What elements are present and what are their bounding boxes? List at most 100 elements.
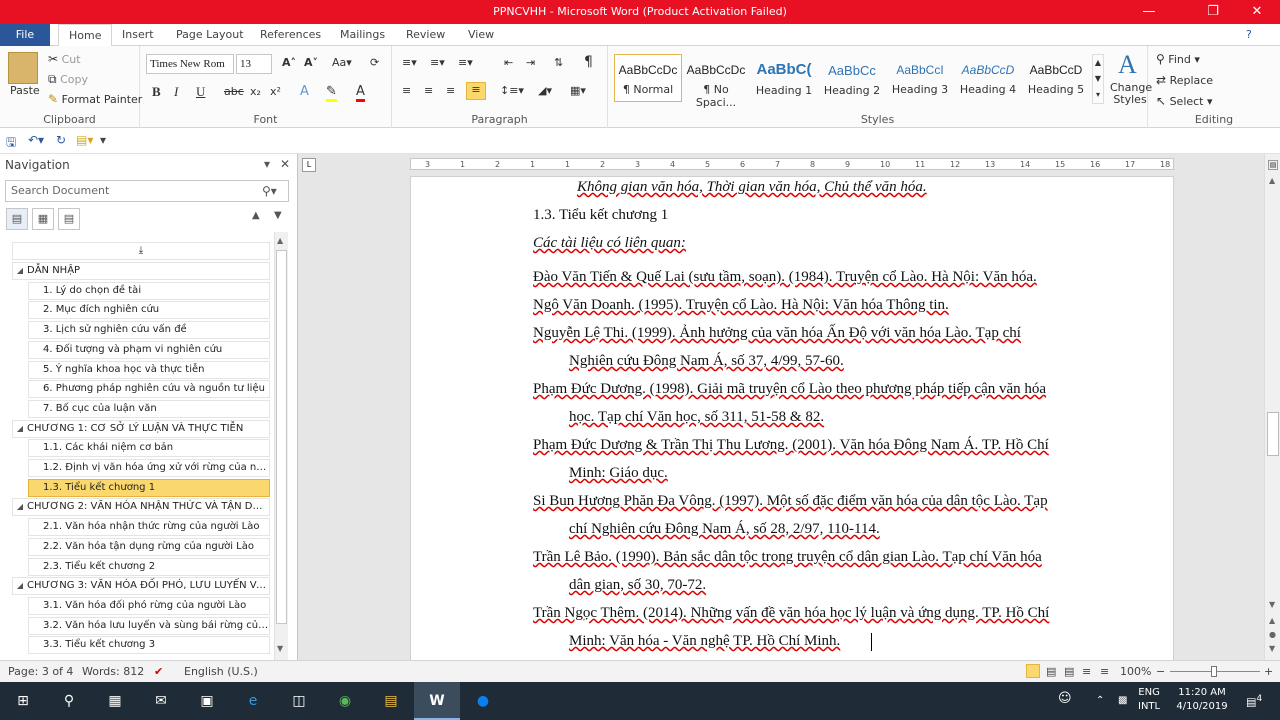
bold-icon[interactable]: B: [152, 84, 161, 100]
nav-close-icon[interactable]: ✕: [280, 157, 290, 171]
strikethrough-icon[interactable]: abc: [224, 85, 244, 98]
find-button[interactable]: ⚲ Find ▾: [1156, 52, 1200, 66]
document-line[interactable]: chí Nghiên cứu Đông Nam Á, số 28, 2/97, …: [569, 521, 880, 538]
tree-heading-item[interactable]: 5. Ý nghĩa khoa học và thực tiễn: [28, 360, 270, 379]
replace-button[interactable]: ⇄ Replace: [1156, 73, 1213, 87]
style-normal[interactable]: AaBbCcDc ¶ Normal: [614, 54, 682, 102]
full-screen-reading-icon[interactable]: ▤: [1046, 665, 1056, 678]
text-effects-icon[interactable]: A: [300, 84, 309, 99]
windows-start-icon[interactable]: ⊞: [0, 682, 46, 720]
decrease-indent-icon[interactable]: ⇤: [504, 56, 513, 69]
tree-heading-item[interactable]: 1. Lý do chọn đề tài: [28, 281, 270, 300]
zalo-icon[interactable]: ●: [460, 682, 506, 720]
tree-heading-item[interactable]: 7. Bố cục của luận văn: [28, 399, 270, 418]
sort-icon[interactable]: ⇅: [554, 56, 563, 69]
zoom-in-icon[interactable]: +: [1264, 665, 1273, 678]
word-taskbar-icon[interactable]: W: [414, 682, 460, 720]
people-icon[interactable]: ☺: [1058, 692, 1072, 706]
select-button[interactable]: ↖ Select ▾: [1156, 94, 1213, 108]
style-no-spacing[interactable]: AaBbCcDc ¶ No Spaci...: [682, 54, 750, 109]
media-icon[interactable]: ◫: [276, 682, 322, 720]
search-icon[interactable]: ⚲▾: [262, 184, 277, 198]
tab-references[interactable]: References: [250, 24, 331, 46]
tree-heading-item[interactable]: 2. Mục đích nghiên cứu: [28, 301, 270, 320]
change-case-icon[interactable]: Aa▾: [332, 56, 352, 69]
document-line[interactable]: Phạm Đức Dương. (1998). Giải mã truyện c…: [533, 381, 1046, 398]
tree-heading-item[interactable]: 3.1. Văn hóa đối phó rừng của người Lào: [28, 596, 270, 615]
search-document-input[interactable]: Search Document: [5, 180, 289, 202]
bullets-icon[interactable]: ≡▾: [402, 56, 417, 69]
ruler-toggle-icon[interactable]: ▤: [1268, 160, 1278, 170]
style-heading-5[interactable]: AaBbCcD Heading 5: [1022, 54, 1090, 102]
collapse-triangle-icon[interactable]: ◢: [13, 263, 27, 279]
change-styles-button[interactable]: Change Styles: [1110, 82, 1152, 106]
task-view-icon[interactable]: ▦: [92, 682, 138, 720]
zoom-out-icon[interactable]: −: [1156, 665, 1165, 678]
app-green-icon[interactable]: ◉: [322, 682, 368, 720]
tree-heading-item[interactable]: 1.1. Các khái niệm cơ bản: [28, 439, 270, 458]
search-taskbar-icon[interactable]: ⚲: [46, 682, 92, 720]
document-line[interactable]: Trần Lê Bảo. (1990). Bản sắc dân tộc tro…: [533, 549, 1042, 566]
file-explorer-icon[interactable]: ▤: [368, 682, 414, 720]
document-line[interactable]: Minh: Văn hóa - Văn nghệ TP. Hồ Chí Minh…: [569, 633, 840, 650]
tab-insert[interactable]: Insert: [112, 24, 164, 46]
save-icon[interactable]: 🖫: [6, 133, 16, 154]
word-count[interactable]: Words: 812: [82, 665, 144, 678]
tree-heading-item[interactable]: 2.3. Tiểu kết chương 2: [28, 557, 270, 576]
mail-icon[interactable]: ✉: [138, 682, 184, 720]
nav-scroll-down-icon[interactable]: ▼: [277, 644, 283, 653]
customize-qat-icon[interactable]: ▾: [100, 133, 106, 147]
undo-icon[interactable]: ↶▾: [28, 133, 44, 147]
shading-icon[interactable]: ◢▾: [538, 84, 552, 97]
prev-page-icon[interactable]: ▲: [1269, 616, 1275, 625]
format-painter-button[interactable]: ✎ Format Painter: [48, 92, 142, 106]
tab-home[interactable]: Home: [58, 24, 113, 47]
collapse-triangle-icon[interactable]: ◢: [13, 499, 27, 515]
tab-file[interactable]: File: [0, 24, 50, 46]
paste-icon[interactable]: [8, 52, 38, 84]
pages-view-icon[interactable]: ▦: [32, 208, 54, 230]
clear-format-icon[interactable]: ⟳: [370, 56, 379, 69]
numbering-icon[interactable]: ≡▾: [430, 56, 445, 69]
document-line[interactable]: Nguyễn Lệ Thi. (1999). Ảnh hưởng của văn…: [533, 325, 1021, 342]
tree-heading-item[interactable]: 1.2. Định vị văn hóa ứng xử với rừng của…: [28, 459, 270, 477]
tree-heading-item[interactable]: 3. Lịch sử nghiên cứu vấn đề: [28, 321, 270, 340]
tree-heading-chapter[interactable]: ◢ CHƯƠNG 3: VĂN HÓA ĐỐI PHÓ, LƯU LUYẾN VÀ…: [12, 577, 270, 596]
document-line[interactable]: Đào Văn Tiến & Quế Lai (sưu tầm, soạn). …: [533, 269, 1037, 286]
font-color-icon[interactable]: A: [356, 84, 365, 102]
tree-collapse-all[interactable]: ⤓: [12, 242, 270, 260]
nav-options-icon[interactable]: ▾: [264, 157, 270, 171]
document-line[interactable]: Nghiên cứu Đông Nam Á, số 37, 4/99, 57-6…: [569, 353, 844, 370]
help-icon[interactable]: ?: [1236, 24, 1262, 46]
headings-view-icon[interactable]: ▤: [6, 208, 28, 230]
font-size-select[interactable]: 13: [236, 54, 272, 74]
page-count[interactable]: Page: 3 of 4: [8, 665, 73, 678]
document-line[interactable]: Ngô Văn Doanh. (1995). Truyện cổ Lào. Hà…: [533, 297, 949, 314]
pilcrow-icon[interactable]: ¶: [584, 54, 593, 70]
redo-icon[interactable]: ↻: [56, 133, 66, 147]
change-styles-icon[interactable]: A: [1118, 50, 1137, 80]
action-center-icon[interactable]: ▤4: [1246, 692, 1262, 710]
tab-selector-icon[interactable]: L: [302, 158, 316, 172]
document-line[interactable]: Minh: Giáo dục.: [569, 465, 668, 482]
tree-heading-item[interactable]: 3.2. Văn hóa lưu luyến và sùng bái rừng …: [28, 616, 270, 635]
underline-icon[interactable]: U: [196, 84, 205, 100]
tree-heading-chapter[interactable]: ◢ CHƯƠNG 1: CƠ SỞ LÝ LUẬN VÀ THỰC TIỄN: [12, 419, 270, 438]
document-line[interactable]: Trần Ngọc Thêm. (2014). Những vấn đề văn…: [533, 605, 1049, 622]
previous-heading-icon[interactable]: ▲: [252, 210, 260, 221]
style-heading-3[interactable]: AaBbCcI Heading 3: [886, 54, 954, 102]
tree-heading-item[interactable]: 2.1. Văn hóa nhận thức rừng của người Là…: [28, 518, 270, 537]
restore-button[interactable]: ❐: [1190, 0, 1236, 24]
scroll-up-icon[interactable]: ▲: [1269, 176, 1275, 185]
document-scroll-thumb[interactable]: [1267, 412, 1279, 456]
scroll-down-icon[interactable]: ▼: [1269, 600, 1275, 609]
document-scrollbar[interactable]: ▤ ▲ ▼ ▲ ● ▼: [1264, 154, 1280, 660]
tree-heading-chapter[interactable]: ◢ CHƯƠNG 2: VĂN HÓA NHẬN THỨC VÀ TẬN DỤN.…: [12, 498, 270, 517]
proofing-icon[interactable]: ✔: [154, 665, 163, 678]
close-button[interactable]: ✕: [1234, 0, 1280, 24]
browse-object-icon[interactable]: ●: [1269, 630, 1276, 639]
tree-heading-chapter[interactable]: ◢ DẪN NHẬP: [12, 262, 270, 280]
grow-font-icon[interactable]: A˄: [282, 56, 296, 69]
document-line[interactable]: 1.3. Tiểu kết chương 1: [533, 207, 668, 224]
outline-view-icon[interactable]: ≡: [1082, 665, 1091, 678]
